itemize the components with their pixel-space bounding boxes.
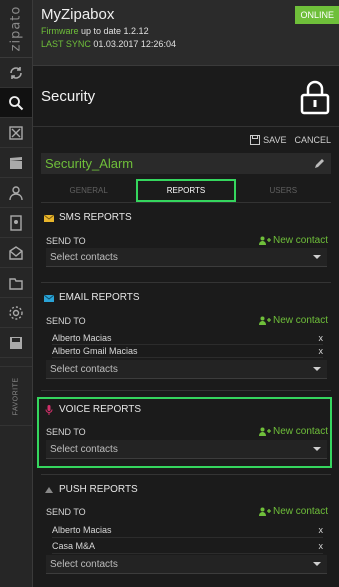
rule-name: Security_Alarm bbox=[45, 156, 134, 171]
add-user-icon bbox=[258, 507, 271, 516]
add-user-icon bbox=[258, 427, 271, 436]
send-to-label: SEND TO bbox=[46, 426, 86, 437]
tab-reports[interactable]: REPORTS bbox=[136, 179, 236, 202]
users-icon[interactable] bbox=[0, 178, 32, 208]
tab-general[interactable]: GENERAL bbox=[41, 179, 136, 202]
actions-bar: SAVE CANCEL bbox=[33, 132, 339, 148]
remove-contact-button[interactable]: x bbox=[319, 525, 324, 535]
favorite-tab[interactable]: FAVORITE bbox=[0, 366, 32, 426]
email-reports-title: EMAIL REPORTS bbox=[59, 292, 140, 303]
firmware-line: Firmware up to date 1.2.12 bbox=[41, 26, 331, 36]
mail-icon[interactable] bbox=[0, 238, 32, 268]
remove-contact-button[interactable]: x bbox=[319, 333, 324, 343]
email-icon bbox=[44, 294, 54, 302]
contacts-icon[interactable] bbox=[0, 208, 32, 238]
lock-icon bbox=[300, 80, 330, 114]
microphone-icon bbox=[45, 404, 53, 415]
new-contact-link[interactable]: New contact bbox=[258, 506, 328, 517]
send-to-label: SEND TO bbox=[46, 506, 86, 517]
contact-item: Casa M&A x bbox=[52, 538, 323, 554]
chevron-down-icon bbox=[313, 367, 321, 371]
rule-name-field[interactable]: Security_Alarm bbox=[41, 153, 331, 174]
scenes-icon[interactable] bbox=[0, 148, 32, 178]
folder-icon[interactable] bbox=[0, 268, 32, 298]
divider bbox=[41, 390, 331, 391]
zipato-logo: zipato bbox=[0, 0, 32, 58]
pencil-icon[interactable] bbox=[314, 158, 325, 169]
tab-bar: GENERAL REPORTS USERS bbox=[41, 179, 331, 203]
sync-line: LAST SYNC 01.03.2017 12:26:04 bbox=[41, 39, 331, 49]
add-user-icon bbox=[258, 316, 271, 325]
envelope-icon bbox=[44, 214, 54, 222]
page-title: Security bbox=[41, 88, 96, 105]
chevron-down-icon bbox=[313, 447, 321, 451]
send-to-label: SEND TO bbox=[46, 315, 86, 326]
push-reports-section: PUSH REPORTS SEND TO New contact Alberto… bbox=[38, 484, 331, 574]
remove-contact-button[interactable]: x bbox=[319, 346, 324, 356]
voice-reports-section: VOICE REPORTS SEND TO New contact Select… bbox=[38, 404, 331, 459]
save-button[interactable]: SAVE bbox=[250, 135, 286, 145]
contact-name: Alberto Macias bbox=[52, 524, 112, 535]
page-header: Security bbox=[33, 67, 339, 127]
push-reports-title: PUSH REPORTS bbox=[59, 484, 138, 495]
add-user-icon bbox=[258, 236, 271, 245]
floppy-icon bbox=[250, 135, 261, 145]
status-badge: ONLINE bbox=[295, 6, 339, 24]
voice-reports-title: VOICE REPORTS bbox=[59, 404, 142, 415]
contact-name: Alberto Macias bbox=[52, 333, 112, 343]
header: MyZipabox ONLINE Firmware up to date 1.2… bbox=[33, 0, 339, 66]
select-contacts[interactable]: Select contacts bbox=[46, 248, 327, 267]
send-to-label: SEND TO bbox=[46, 235, 86, 246]
new-contact-link[interactable]: New contact bbox=[258, 235, 328, 246]
app-title: MyZipabox bbox=[41, 6, 115, 23]
refresh-icon[interactable] bbox=[0, 58, 32, 88]
email-reports-section: EMAIL REPORTS SEND TO New contact Albert… bbox=[38, 292, 331, 379]
sms-reports-section: SMS REPORTS SEND TO New contact Select c… bbox=[38, 212, 331, 267]
sms-reports-title: SMS REPORTS bbox=[59, 212, 132, 223]
contact-name: Casa M&A bbox=[52, 540, 96, 551]
sync-value: 01.03.2017 12:26:04 bbox=[93, 39, 176, 49]
select-contacts[interactable]: Select contacts bbox=[46, 360, 327, 379]
devices-icon[interactable] bbox=[0, 118, 32, 148]
firmware-text: up to date 1.2.12 bbox=[81, 26, 149, 36]
new-contact-link[interactable]: New contact bbox=[258, 315, 328, 326]
remove-contact-button[interactable]: x bbox=[319, 541, 324, 551]
contact-name: Alberto Gmail Macias bbox=[52, 346, 138, 356]
tab-users[interactable]: USERS bbox=[236, 179, 331, 202]
left-rail: zipato FAVORITE bbox=[0, 0, 33, 587]
contact-item: Alberto Macias x bbox=[52, 522, 323, 538]
chevron-down-icon bbox=[313, 255, 321, 259]
cancel-button[interactable]: CANCEL bbox=[294, 135, 331, 145]
divider bbox=[41, 282, 331, 283]
search-icon[interactable] bbox=[0, 88, 32, 118]
sync-label: LAST SYNC bbox=[41, 39, 91, 49]
settings-icon[interactable] bbox=[0, 298, 32, 328]
contact-item: Alberto Gmail Macias x bbox=[52, 345, 323, 358]
save-icon[interactable] bbox=[0, 328, 32, 358]
new-contact-link[interactable]: New contact bbox=[258, 426, 328, 437]
triangle-up-icon bbox=[45, 486, 53, 493]
select-contacts[interactable]: Select contacts bbox=[46, 440, 327, 459]
chevron-down-icon bbox=[313, 562, 321, 566]
select-contacts[interactable]: Select contacts bbox=[46, 555, 327, 574]
contact-item: Alberto Macias x bbox=[52, 332, 323, 345]
divider bbox=[41, 474, 331, 475]
firmware-label: Firmware bbox=[41, 26, 79, 36]
